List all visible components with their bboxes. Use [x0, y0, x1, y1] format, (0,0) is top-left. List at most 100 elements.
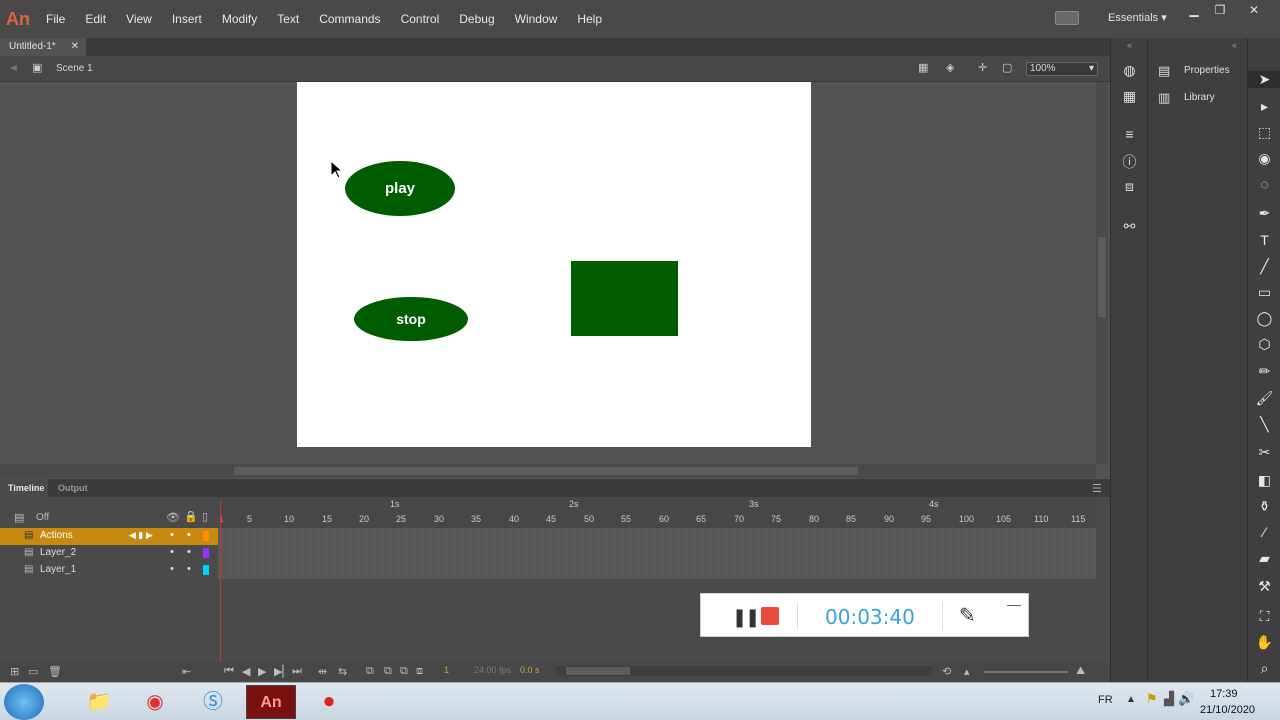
- screen-recorder-taskbar-icon[interactable]: ⏺: [304, 685, 354, 719]
- layer-color-swatch[interactable]: [203, 548, 209, 558]
- menu-text[interactable]: Text: [267, 0, 309, 38]
- text-tool-icon[interactable]: T: [1248, 232, 1280, 248]
- action-center-icon[interactable]: ⚑: [1146, 691, 1158, 707]
- start-button[interactable]: [4, 684, 44, 720]
- center-stage-icon[interactable]: ✛: [978, 61, 987, 74]
- layer-row-layer2[interactable]: ▤ Layer_2 • •: [0, 545, 218, 562]
- properties-tab[interactable]: Properties: [1184, 65, 1230, 76]
- collapse-arrows-icon[interactable]: «: [1232, 40, 1237, 50]
- layer-color-swatch[interactable]: [203, 531, 209, 541]
- back-arrow-icon[interactable]: ◄: [8, 62, 19, 74]
- camera-tool-icon[interactable]: ⛶: [1248, 608, 1280, 625]
- menu-modify[interactable]: Modify: [212, 0, 267, 38]
- edit-symbol-icon[interactable]: ◈: [946, 61, 954, 74]
- vertical-scrollbar[interactable]: [1096, 82, 1108, 464]
- timeline-hscrollbar[interactable]: [556, 666, 932, 676]
- layer-color-swatch[interactable]: [203, 565, 209, 575]
- pause-icon[interactable]: ❚❚: [732, 607, 760, 628]
- lock-icon[interactable]: 🔒: [184, 510, 198, 523]
- edit-multiple-icon[interactable]: ⧉: [400, 665, 408, 678]
- ink-bottle-tool-icon[interactable]: ⚱: [1248, 498, 1280, 515]
- stop-button-shape[interactable]: stop: [354, 297, 468, 341]
- menu-view[interactable]: View: [116, 0, 162, 38]
- align-icon[interactable]: ≡: [1111, 126, 1148, 142]
- menu-edit[interactable]: Edit: [75, 0, 116, 38]
- collapse-arrows-icon[interactable]: «: [1111, 40, 1148, 50]
- eye-icon[interactable]: 👁: [166, 511, 180, 524]
- document-tab[interactable]: Untitled-1* ✕: [0, 38, 86, 56]
- close-tab-icon[interactable]: ✕: [71, 38, 79, 56]
- lasso-tool-icon[interactable]: ◌: [1248, 176, 1280, 192]
- new-folder-icon[interactable]: ▭: [28, 665, 38, 678]
- frame-size-slider[interactable]: [984, 671, 1068, 673]
- bone-tool-icon[interactable]: ✂: [1248, 444, 1280, 461]
- line-tool-icon[interactable]: ╱: [1248, 258, 1280, 275]
- minimize-recorder-icon[interactable]: —: [1007, 596, 1021, 612]
- hand-tool-icon[interactable]: ✋: [1248, 634, 1280, 651]
- skype-icon[interactable]: Ⓢ: [188, 685, 238, 719]
- subselection-tool-icon[interactable]: ▸: [1248, 98, 1280, 115]
- animate-taskbar-icon[interactable]: An: [246, 685, 296, 719]
- timeline-scrollbar[interactable]: [1096, 528, 1110, 659]
- tab-output[interactable]: Output: [52, 479, 102, 497]
- elapsed-time[interactable]: 0.0 s: [520, 665, 540, 675]
- transform-icon[interactable]: ⧈: [1111, 178, 1148, 195]
- time-ruler[interactable]: 1s 2s 3s 4s 1 5 10 15 20 25 30 35 40 45 …: [218, 497, 1096, 529]
- delete-icon[interactable]: 🗑: [48, 665, 62, 678]
- keyframe-nav-icon[interactable]: ◀ ▮ ▶: [129, 530, 153, 541]
- frame-center-icon[interactable]: ⇤: [182, 665, 191, 678]
- file-explorer-icon[interactable]: 📁: [74, 685, 124, 719]
- vertical-scroll-thumb[interactable]: [1098, 237, 1106, 317]
- mountain-icon[interactable]: ⛰: [1076, 665, 1085, 678]
- onion-outline-icon[interactable]: ⧉: [384, 665, 392, 678]
- oval-tool-icon[interactable]: ◯: [1248, 310, 1280, 327]
- playhead[interactable]: [220, 501, 221, 666]
- loop-playback-icon[interactable]: ⟲: [942, 665, 951, 678]
- center-frame-icon[interactable]: ⇹: [318, 665, 327, 678]
- eraser-tool-icon[interactable]: ▰: [1248, 550, 1280, 567]
- step-back-icon[interactable]: ◀: [242, 665, 250, 678]
- network-icon[interactable]: ▟: [1164, 691, 1174, 707]
- horizontal-scrollbar[interactable]: [0, 464, 1096, 478]
- outline-icon[interactable]: ▯: [202, 510, 208, 523]
- tray-expand-icon[interactable]: ▲: [1126, 694, 1136, 705]
- restore-icon[interactable]: ❐: [1209, 3, 1231, 17]
- visibility-dot-icon[interactable]: •: [170, 563, 174, 575]
- frames-row[interactable]: [218, 562, 1096, 579]
- menu-help[interactable]: Help: [567, 0, 612, 38]
- frame-rate[interactable]: 24.00 fps: [474, 665, 511, 675]
- paint-bucket-tool-icon[interactable]: ◧: [1248, 472, 1280, 489]
- menu-commands[interactable]: Commands: [309, 0, 390, 38]
- library-tab[interactable]: Library: [1184, 92, 1215, 103]
- menu-file[interactable]: File: [36, 0, 75, 38]
- modify-markers-icon[interactable]: ⧈: [416, 665, 423, 678]
- selection-tool-icon[interactable]: ➤: [1248, 71, 1280, 88]
- properties-icon[interactable]: ▤: [1158, 63, 1170, 79]
- play-button-shape[interactable]: play: [345, 161, 455, 216]
- color-icon[interactable]: ◍: [1111, 62, 1148, 79]
- current-frame[interactable]: 1: [444, 665, 449, 675]
- tab-timeline[interactable]: Timeline: [0, 479, 48, 497]
- menu-insert[interactable]: Insert: [162, 0, 212, 38]
- brush-tool-icon[interactable]: ╲: [1248, 416, 1280, 433]
- polystar-tool-icon[interactable]: ⬡: [1248, 336, 1280, 353]
- collapse-icon[interactable]: ▴: [964, 665, 970, 678]
- lock-dot-icon[interactable]: •: [187, 563, 191, 575]
- last-frame-icon[interactable]: ⏭: [292, 665, 302, 678]
- chrome-icon[interactable]: ◉: [130, 685, 180, 719]
- lock-dot-icon[interactable]: •: [187, 546, 191, 558]
- stage[interactable]: play stop: [297, 82, 811, 447]
- step-forward-icon[interactable]: ▶▏: [274, 665, 291, 678]
- zoom-select[interactable]: 100% ▾: [1026, 62, 1098, 76]
- pen-tool-icon[interactable]: ✒: [1248, 205, 1280, 222]
- zoom-tool-icon[interactable]: ⌕: [1248, 660, 1280, 677]
- visibility-dot-icon[interactable]: •: [170, 546, 174, 558]
- pencil-tool-icon[interactable]: ✏: [1248, 363, 1280, 380]
- horizontal-scroll-thumb[interactable]: [234, 467, 858, 475]
- layer-row-actions[interactable]: ▤ Actions ◀ ▮ ▶ • •: [0, 528, 218, 545]
- lock-dot-icon[interactable]: •: [187, 529, 191, 541]
- onion-skin-icon[interactable]: ⧉: [366, 665, 374, 678]
- rectangle-tool-icon[interactable]: ▭: [1248, 284, 1280, 301]
- menu-control[interactable]: Control: [391, 0, 450, 38]
- frames-row[interactable]: [218, 545, 1096, 562]
